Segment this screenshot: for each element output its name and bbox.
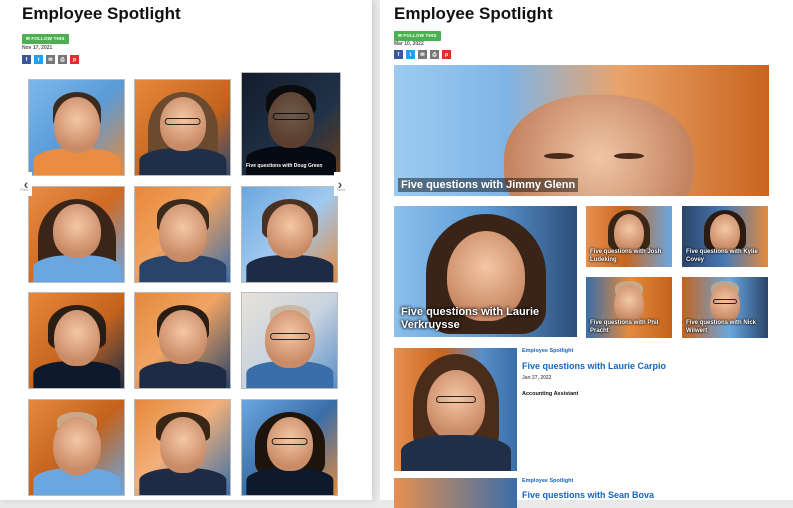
hover-overlay [242, 73, 340, 175]
hero-eye [544, 153, 574, 159]
face [158, 204, 207, 263]
shoulders [32, 254, 121, 282]
article-title[interactable]: Five questions with Sean Bova [522, 490, 654, 500]
publish-date: Mar 10, 2022 [394, 41, 424, 47]
portrait-tile[interactable] [134, 399, 231, 496]
face [52, 204, 101, 259]
pinterest-icon[interactable]: p [442, 50, 451, 59]
twitter-icon[interactable]: t [34, 55, 43, 64]
article-subtitle: Accounting Assistant [522, 391, 579, 397]
shoulders [245, 467, 334, 495]
hero-story[interactable]: Five questions with Jimmy Glenn [394, 65, 769, 196]
shoulders [138, 147, 227, 175]
portrait-tile[interactable] [28, 292, 125, 389]
prev-label: Prev [20, 187, 29, 192]
article-thumbnail[interactable] [394, 348, 517, 471]
small-story-tile[interactable]: Five questions with Nick Wilwert [682, 277, 768, 338]
portrait-tile[interactable] [134, 79, 231, 176]
face [52, 417, 101, 476]
shoulders [245, 254, 334, 282]
article-date: Jan 27, 2022 [522, 375, 552, 381]
glasses-icon [713, 299, 737, 304]
feature-caption: Five questions with Laurie Verkruysse [401, 306, 540, 331]
face [614, 285, 644, 323]
left-page: Employee Spotlight ✉ FOLLOW THIS Nov 17,… [0, 0, 372, 500]
small-story-caption: Five questions with Phil Pracht [590, 320, 659, 334]
glasses-icon [271, 437, 308, 445]
glasses-icon [435, 396, 476, 403]
portrait-tile[interactable] [134, 186, 231, 283]
hero-caption: Five questions with Jimmy Glenn [398, 178, 579, 192]
page-title: Employee Spotlight [394, 4, 553, 23]
small-story-caption: Five questions with Josh Ludeking [590, 249, 662, 263]
follow-button[interactable]: ✉ FOLLOW THIS [394, 31, 441, 41]
print-icon[interactable]: ⎙ [430, 50, 439, 59]
portrait-tile[interactable] [241, 399, 338, 496]
portrait-tile[interactable]: Five questions with Doug Green [241, 72, 341, 176]
pinterest-icon[interactable]: p [70, 55, 79, 64]
feature-story[interactable]: Five questions with Laurie Verkruysse [394, 206, 577, 337]
face [614, 214, 644, 252]
carousel-next-button[interactable]: › [334, 172, 346, 196]
follow-label: FOLLOW THIS [403, 33, 437, 38]
follow-button[interactable]: ✉ FOLLOW THIS [22, 34, 69, 44]
face [158, 310, 207, 365]
article-category[interactable]: Employee Spotlight [522, 348, 573, 354]
portrait-tile[interactable] [134, 292, 231, 389]
article-body [400, 435, 511, 471]
portrait-tile[interactable] [28, 79, 125, 176]
follow-label: FOLLOW THIS [31, 36, 65, 41]
face [710, 214, 740, 252]
small-story-tile[interactable]: Five questions with Josh Ludeking [586, 206, 672, 267]
glasses-icon [164, 117, 201, 125]
email-icon[interactable]: ✉ [418, 50, 427, 59]
article-title[interactable]: Five questions with Laurie Carpio [522, 361, 666, 371]
right-page: Employee Spotlight ✉ FOLLOW THIS Mar 10,… [380, 0, 793, 508]
small-story-caption: Five questions with Nick Wilwert [686, 320, 757, 334]
face [53, 97, 100, 154]
portrait-tile[interactable] [28, 186, 125, 283]
portrait-tile[interactable] [241, 292, 338, 389]
portrait-tile[interactable] [241, 186, 338, 283]
hover-caption: Five questions with Doug Green [246, 163, 323, 169]
face [710, 285, 740, 323]
next-label: Next [337, 187, 346, 192]
small-story-caption: Five questions with Kylie Covey [686, 249, 758, 263]
small-story-tile[interactable]: Five questions with Phil Pracht [586, 277, 672, 338]
facebook-icon[interactable]: f [394, 50, 403, 59]
facebook-icon[interactable]: f [22, 55, 31, 64]
article-thumbnail[interactable] [394, 478, 517, 508]
carousel-prev-button[interactable]: ‹ [20, 172, 32, 196]
article-category[interactable]: Employee Spotlight [522, 478, 573, 484]
share-bar: f t ✉ ⎙ p [394, 50, 451, 59]
face [266, 204, 313, 259]
share-bar: f t ✉ ⎙ p [22, 55, 79, 64]
shoulders [138, 360, 227, 388]
publish-date: Nov 17, 2021 [22, 45, 53, 51]
email-icon[interactable]: ✉ [46, 55, 55, 64]
portrait-tile[interactable] [28, 399, 125, 496]
glasses-icon [269, 332, 310, 340]
twitter-icon[interactable]: t [406, 50, 415, 59]
face [53, 310, 100, 367]
hero-eye [614, 153, 644, 159]
print-icon[interactable]: ⎙ [58, 55, 67, 64]
page-title: Employee Spotlight [22, 4, 181, 23]
article-face [426, 370, 485, 440]
face [159, 417, 206, 474]
small-story-tile[interactable]: Five questions with Kylie Covey [682, 206, 768, 267]
